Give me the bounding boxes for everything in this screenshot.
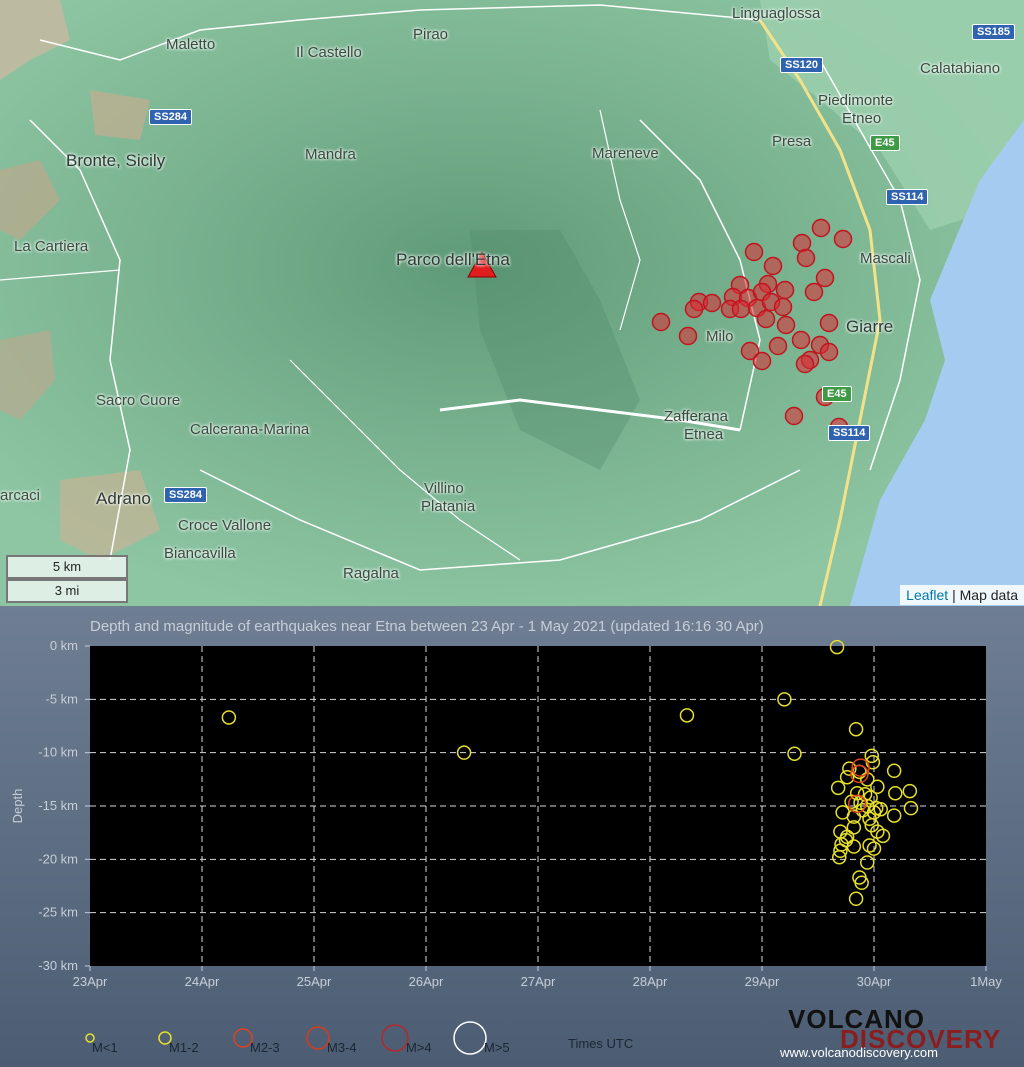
road-shield: SS185 xyxy=(972,24,1016,40)
scale-mi: 3 mi xyxy=(6,579,128,603)
epicenter-marker[interactable] xyxy=(804,282,824,302)
place-label: Sacro Cuore xyxy=(96,392,181,409)
epicenter-marker[interactable] xyxy=(731,299,751,319)
map-view[interactable]: Maletto Il Castello Pirao Linguaglossa C… xyxy=(0,0,1024,606)
place-label: Adrano xyxy=(96,489,151,508)
legend-label: M2-3 xyxy=(250,1040,280,1055)
x-tick-label: 25Apr xyxy=(297,974,332,989)
times-note: Times UTC xyxy=(568,1036,634,1051)
place-label: Presa xyxy=(772,133,812,150)
place-label: Calcerana-Marina xyxy=(190,421,310,438)
place-label: arcaci xyxy=(0,487,41,504)
place-label: Maletto xyxy=(166,36,216,53)
map-terrain xyxy=(0,0,1024,606)
place-label: Mandra xyxy=(305,146,356,163)
legend-label: M>5 xyxy=(484,1040,510,1055)
place-label: Piedimonte xyxy=(818,92,894,109)
place-label: Il Castello xyxy=(296,44,362,61)
x-tick-label: 23Apr xyxy=(73,974,108,989)
legend-label: M<1 xyxy=(92,1040,118,1055)
logo-url: www.volcanodiscovery.com xyxy=(780,1045,938,1060)
epicenter-marker[interactable] xyxy=(815,268,835,288)
place-label: Pirao xyxy=(413,26,449,43)
epicenter-marker[interactable] xyxy=(744,242,764,262)
x-tick-label: 24Apr xyxy=(185,974,220,989)
epicenter-marker[interactable] xyxy=(775,280,795,300)
x-tick-label: 30Apr xyxy=(857,974,892,989)
place-label: Platania xyxy=(421,498,476,515)
epicenter-marker[interactable] xyxy=(792,233,812,253)
y-tick-label: -10 km xyxy=(38,745,78,760)
place-label: Biancavilla xyxy=(164,545,236,562)
y-tick-label: -30 km xyxy=(38,958,78,973)
place-label: Zafferana xyxy=(664,408,728,425)
y-tick-label: -25 km xyxy=(38,905,78,920)
legend-symbol xyxy=(306,1026,330,1050)
x-tick-label: 29Apr xyxy=(745,974,780,989)
road-shield: E45 xyxy=(870,135,900,151)
epicenter-marker[interactable] xyxy=(684,299,704,319)
place-label: Mareneve xyxy=(592,145,659,162)
epicenter-marker[interactable] xyxy=(796,248,816,268)
place-label: Milo xyxy=(706,328,734,345)
epicenter-marker[interactable] xyxy=(819,313,839,333)
place-label: Calatabiano xyxy=(920,60,1001,77)
x-tick-label: 1May xyxy=(970,974,1002,989)
epicenter-marker[interactable] xyxy=(776,315,796,335)
place-label: Mascali xyxy=(860,250,911,267)
epicenter-marker[interactable] xyxy=(756,309,776,329)
epicenter-marker[interactable] xyxy=(819,342,839,362)
road-shield: SS284 xyxy=(149,109,193,125)
epicenter-marker[interactable] xyxy=(768,336,788,356)
magnitude-legend: M<1 M1-2 M2-3 M3-4 M>4 M>5 xyxy=(85,1021,510,1055)
y-tick-label: -5 km xyxy=(46,691,79,706)
epicenter-marker[interactable] xyxy=(763,256,783,276)
epicenter-marker[interactable] xyxy=(752,351,772,371)
scale-km: 5 km xyxy=(6,555,128,579)
epicenter-marker[interactable] xyxy=(795,354,815,374)
legend-label: M3-4 xyxy=(327,1040,357,1055)
legend-symbol xyxy=(381,1024,409,1052)
y-tick-label: -15 km xyxy=(38,798,78,813)
leaflet-link[interactable]: Leaflet xyxy=(906,587,948,603)
place-label: Etneo xyxy=(842,110,882,127)
x-tick-label: 28Apr xyxy=(633,974,668,989)
place-label: Giarre xyxy=(846,317,894,336)
road-shield: SS114 xyxy=(886,189,929,205)
depth-chart-panel: Depth and magnitude of earthquakes near … xyxy=(0,606,1024,1067)
road-shield: SS284 xyxy=(164,487,208,503)
epicenter-marker[interactable] xyxy=(833,229,853,249)
x-tick-label: 27Apr xyxy=(521,974,556,989)
road-shield: SS120 xyxy=(780,57,824,73)
legend-label: M1-2 xyxy=(169,1040,199,1055)
epicenter-marker[interactable] xyxy=(784,406,804,426)
place-label: Etnea xyxy=(684,426,724,443)
map-attribution: Leaflet | Map data xyxy=(900,585,1024,605)
y-tick-label: -20 km xyxy=(38,851,78,866)
place-label: Croce Vallone xyxy=(178,517,272,534)
attribution-text: | Map data xyxy=(952,587,1018,603)
place-label: Ragalna xyxy=(343,565,399,582)
y-tick-label: 0 km xyxy=(50,638,78,653)
volcanodiscovery-logo: VOLCANO DISCOVERY www.volcanodiscovery.c… xyxy=(768,1004,1000,1062)
place-label: La Cartiera xyxy=(14,238,89,255)
epicenter-marker[interactable] xyxy=(791,330,811,350)
epicenter-marker[interactable] xyxy=(702,293,722,313)
y-axis-label: Depth xyxy=(10,789,25,824)
place-label: Linguaglossa xyxy=(732,5,821,22)
road-shield: E45 xyxy=(822,386,852,402)
map-scale: 5 km 3 mi xyxy=(6,553,128,603)
depth-magnitude-chart: 23Apr 24Apr 25Apr 26Apr 27Apr 28Apr 29Apr 30Apr… xyxy=(10,638,1002,989)
epicenter-marker[interactable] xyxy=(678,326,698,346)
legend-label: M>4 xyxy=(406,1040,432,1055)
epicenter-marker[interactable] xyxy=(773,297,793,317)
x-tick-label: 26Apr xyxy=(409,974,444,989)
place-label: Villino xyxy=(424,480,464,497)
epicenter-marker[interactable] xyxy=(651,312,671,332)
road-shield: SS114 xyxy=(828,425,871,441)
epicenter-marker[interactable] xyxy=(811,218,831,238)
place-label: Parco dell'Etna xyxy=(396,250,510,269)
place-label: Bronte, Sicily xyxy=(66,151,166,170)
legend-symbol xyxy=(453,1021,487,1055)
